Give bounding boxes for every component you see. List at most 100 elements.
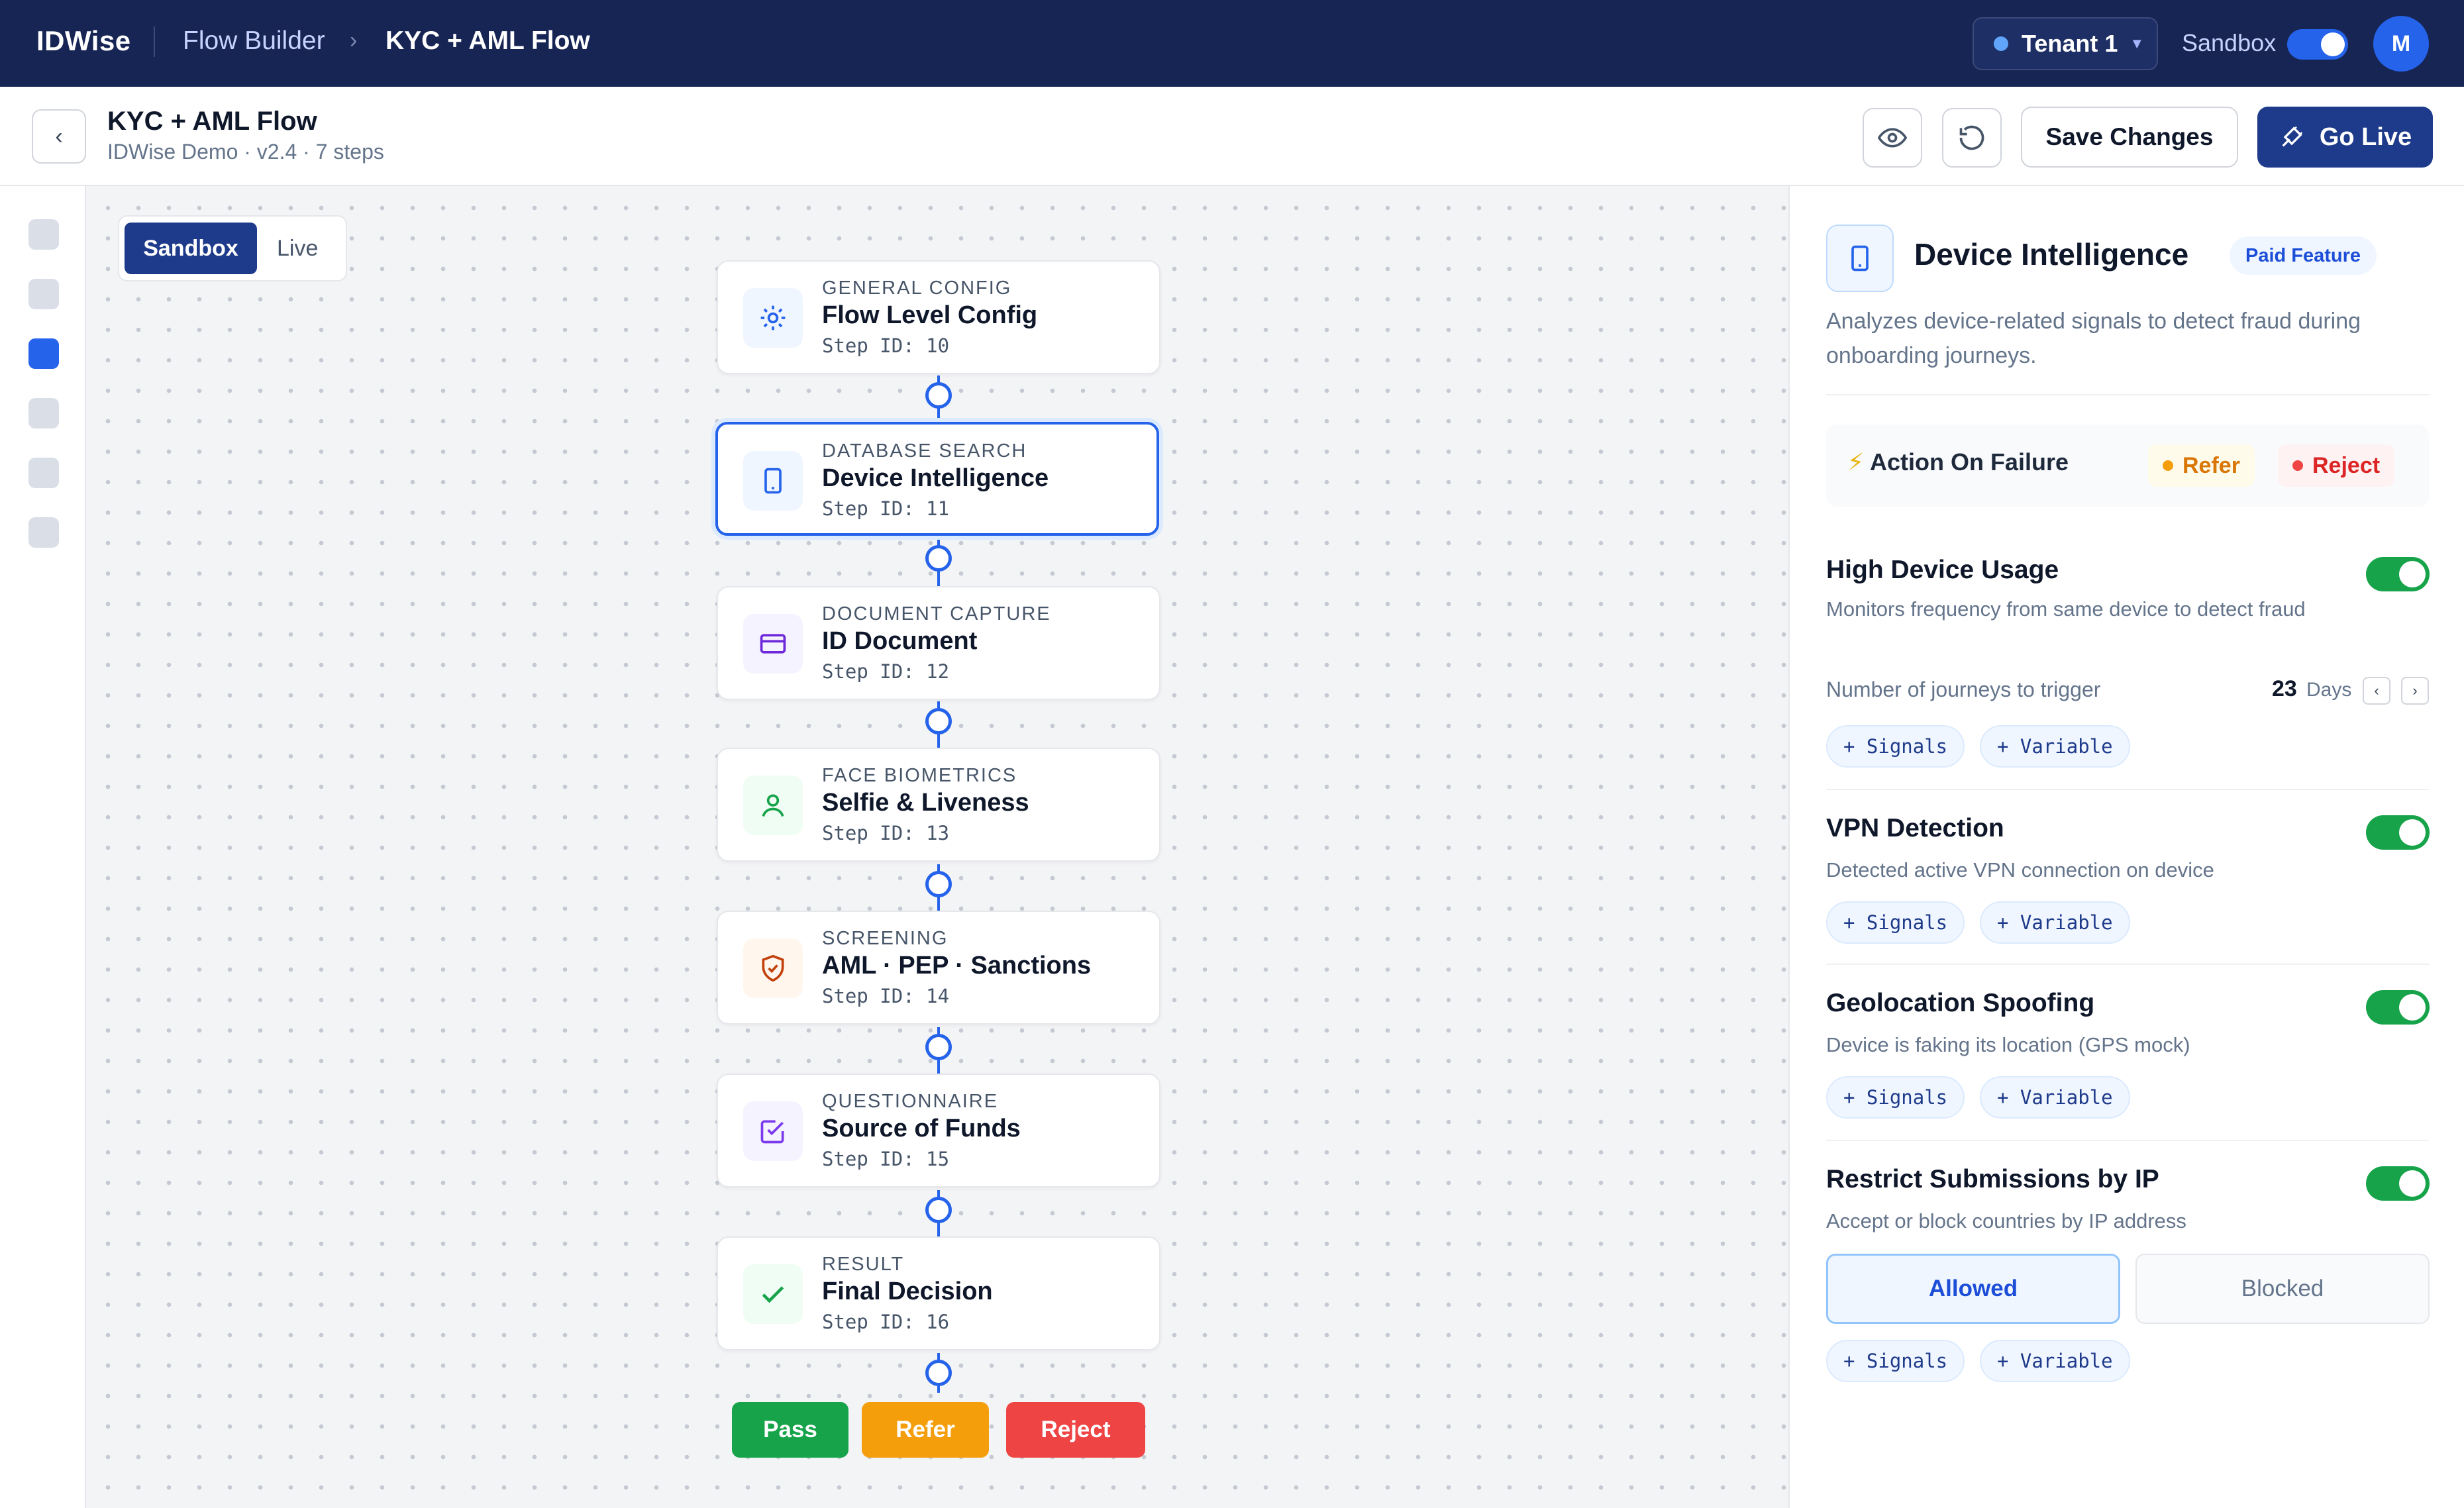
tenant-status-dot: [1994, 36, 2008, 51]
rail-item-4[interactable]: [28, 398, 59, 428]
connector-port[interactable]: [925, 1034, 952, 1060]
device-icon: [1826, 225, 1894, 292]
flow-header: ‹ KYC + AML Flow IDWise Demo · v2.4 · 7 …: [0, 87, 2464, 186]
section-title-vpn-detection: VPN Detection: [1826, 814, 2004, 842]
card-icon: [743, 614, 803, 674]
toggle-geolocation-spoofing[interactable]: [2366, 990, 2430, 1025]
rail-item-3-active[interactable]: [28, 338, 59, 369]
gear-icon: [743, 288, 803, 348]
flow-node-device-intelligence[interactable]: DATABASE SEARCH Device Intelligence Step…: [715, 422, 1159, 536]
node-category: RESULT: [822, 1254, 905, 1275]
decrement-button[interactable]: ‹: [2363, 677, 2390, 705]
go-live-button[interactable]: Go Live: [2257, 107, 2433, 168]
node-step-id: Step ID: 15: [822, 1148, 950, 1170]
rail-item-6[interactable]: [28, 517, 59, 548]
divider: [1826, 789, 2429, 790]
action-on-failure-label: ⚡ Action On Failure: [1847, 448, 2069, 476]
journeys-unit: Days: [2306, 679, 2352, 701]
connector-port[interactable]: [925, 382, 952, 409]
section-desc: Monitors frequency from same device to d…: [1826, 597, 2306, 621]
connector-port[interactable]: [925, 545, 952, 572]
environment-switch: Sandbox Live: [118, 215, 347, 281]
node-category: DATABASE SEARCH: [822, 440, 1027, 462]
top-bar: IDWise Flow Builder › KYC + AML Flow Ten…: [0, 0, 2464, 87]
sandbox-toggle[interactable]: [2287, 29, 2348, 60]
flow-node-final-decision[interactable]: RESULT Final Decision Step ID: 16: [717, 1236, 1160, 1350]
brand-logo[interactable]: IDWise: [36, 25, 131, 57]
node-title: Device Intelligence: [822, 464, 1049, 492]
add-signals-button[interactable]: + Signals: [1826, 901, 1965, 944]
action-on-failure: ⚡ Action On Failure Refer Reject: [1826, 425, 2429, 507]
rail-item-5[interactable]: [28, 458, 59, 488]
sandbox-label: Sandbox: [2182, 29, 2277, 56]
node-category: DOCUMENT CAPTURE: [822, 603, 1051, 625]
flow-node-selfie-liveness[interactable]: FACE BIOMETRICS Selfie & Liveness Step I…: [717, 748, 1160, 862]
env-option-live[interactable]: Live: [257, 223, 338, 274]
node-title: Source of Funds: [822, 1115, 1021, 1142]
ip-allowed-option[interactable]: Allowed: [1826, 1254, 2120, 1324]
flow-canvas[interactable]: Sandbox Live GENERAL CONFIG Flow Level C…: [86, 186, 1790, 1508]
outcome-pass-button[interactable]: Pass: [732, 1402, 848, 1458]
add-variable-button[interactable]: + Variable: [1980, 901, 2130, 944]
person-icon: [743, 776, 803, 835]
increment-button[interactable]: ›: [2401, 677, 2429, 705]
caret-down-icon: ▼: [2130, 35, 2145, 52]
brand-divider: [154, 26, 155, 57]
chevron-right-icon: ›: [2412, 682, 2418, 699]
connector-port[interactable]: [925, 871, 952, 897]
ip-blocked-option[interactable]: Blocked: [2135, 1254, 2430, 1324]
section-desc: Device is faking its location (GPS mock): [1826, 1033, 2190, 1056]
add-signals-button[interactable]: + Signals: [1826, 1076, 1965, 1119]
add-variable-button[interactable]: + Variable: [1980, 725, 2130, 768]
toggle-high-device-usage[interactable]: [2366, 557, 2430, 591]
add-signals-button[interactable]: + Signals: [1826, 1340, 1965, 1382]
properties-panel: Device Intelligence Paid Feature Analyze…: [1790, 186, 2464, 1508]
preview-button[interactable]: [1863, 108, 1922, 168]
panel-description: Analyzes device-related signals to detec…: [1826, 309, 2361, 368]
shield-icon: [743, 938, 803, 998]
flow-node-id-document[interactable]: DOCUMENT CAPTURE ID Document Step ID: 12: [717, 586, 1160, 700]
divider: [1826, 964, 2429, 965]
flow-node-source-of-funds[interactable]: QUESTIONNAIRE Source of Funds Step ID: 1…: [717, 1074, 1160, 1187]
back-button[interactable]: ‹: [32, 109, 86, 164]
node-title: Flow Level Config: [822, 301, 1038, 329]
journeys-value[interactable]: 23: [2272, 676, 2297, 702]
node-step-id: Step ID: 16: [822, 1311, 950, 1333]
rail-item-1[interactable]: [28, 219, 59, 250]
lightning-icon: ⚡: [1847, 448, 1865, 476]
rocket-icon: [2282, 126, 2302, 147]
node-category: SCREENING: [822, 928, 949, 949]
checkbox-icon: [743, 1101, 803, 1161]
user-avatar[interactable]: M: [2373, 16, 2429, 72]
outcome-reject-button[interactable]: Reject: [1006, 1402, 1145, 1458]
section-title-restrict-by-ip: Restrict Submissions by IP: [1826, 1165, 2159, 1193]
save-changes-button[interactable]: Save Changes: [2021, 107, 2238, 168]
breadcrumb-flow-builder[interactable]: Flow Builder: [183, 26, 325, 56]
outcome-refer-button[interactable]: Refer: [862, 1402, 989, 1458]
node-step-id: Step ID: 14: [822, 985, 950, 1007]
connector-port[interactable]: [925, 1360, 952, 1386]
section-desc: Accept or block countries by IP address: [1826, 1209, 2186, 1232]
refer-option[interactable]: Refer: [2148, 444, 2255, 487]
add-signals-button[interactable]: + Signals: [1826, 725, 1965, 768]
check-icon: [743, 1264, 803, 1324]
add-variable-button[interactable]: + Variable: [1980, 1340, 2130, 1382]
node-category: GENERAL CONFIG: [822, 277, 1012, 299]
connector-port[interactable]: [925, 708, 952, 734]
history-button[interactable]: [1942, 108, 2002, 168]
eye-icon: [1878, 128, 1907, 148]
flow-node-aml-screening[interactable]: SCREENING AML · PEP · Sanctions Step ID:…: [717, 911, 1160, 1025]
rail-item-2[interactable]: [28, 279, 59, 309]
connector-port[interactable]: [925, 1197, 952, 1223]
add-variable-button[interactable]: + Variable: [1980, 1076, 2130, 1119]
tenant-name: Tenant 1: [2022, 30, 2118, 57]
flow-node-flow-level-config[interactable]: GENERAL CONFIG Flow Level Config Step ID…: [717, 260, 1160, 374]
flow-subtitle: IDWise Demo · v2.4 · 7 steps: [107, 140, 384, 164]
divider: [1826, 1140, 2429, 1141]
toggle-restrict-by-ip[interactable]: [2366, 1166, 2430, 1201]
toggle-vpn-detection[interactable]: [2366, 815, 2430, 850]
env-option-sandbox[interactable]: Sandbox: [125, 223, 257, 274]
tenant-selector[interactable]: Tenant 1 ▼: [1973, 17, 2158, 70]
reject-option[interactable]: Reject: [2278, 444, 2395, 487]
node-category: QUESTIONNAIRE: [822, 1091, 999, 1112]
